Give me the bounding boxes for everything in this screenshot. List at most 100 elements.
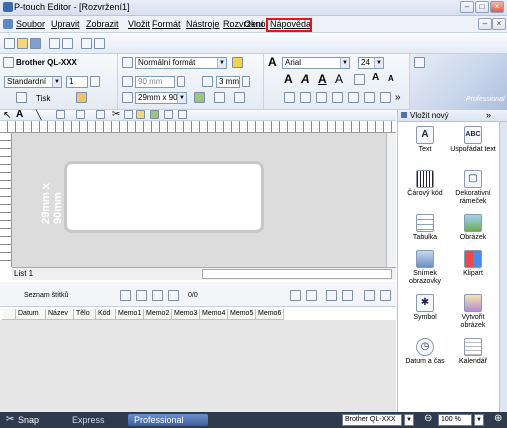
search-icon[interactable] — [290, 290, 301, 301]
underline-icon[interactable]: A — [318, 72, 327, 86]
sort-desc-icon[interactable] — [342, 290, 353, 301]
rotate-icon[interactable] — [194, 92, 205, 103]
minimize-button[interactable]: – — [460, 1, 474, 13]
layout-view-icon[interactable] — [414, 57, 425, 68]
tape-width-combo[interactable]: 29mm x 90m ▼ — [135, 92, 187, 104]
menu-zobrazit[interactable]: Zobrazit — [86, 19, 119, 29]
font-name-combo[interactable]: Arial ▼ — [282, 57, 350, 69]
menu-soubor[interactable]: Soubor — [16, 19, 45, 29]
length-input[interactable]: 90 mm — [135, 76, 175, 88]
font-size-combo[interactable]: 24 ▼ — [358, 57, 384, 69]
zoom-combo[interactable]: 100 % — [438, 414, 472, 426]
text-effect-icon[interactable] — [354, 74, 365, 85]
horizontal-scrollbar[interactable] — [202, 269, 392, 279]
open-icon[interactable] — [17, 38, 28, 49]
insert-clipart[interactable]: Klipart — [450, 250, 496, 278]
save-icon[interactable] — [30, 38, 41, 49]
panel-more-icon[interactable]: » — [486, 110, 491, 120]
grid-icon[interactable] — [178, 110, 187, 119]
select-arrow-icon[interactable]: ↖ — [3, 110, 11, 121]
length-stepper-icon[interactable] — [177, 76, 185, 87]
insert-frame[interactable]: ▢ Dekorativní rámeček — [450, 170, 496, 206]
insert-barcode[interactable]: Čárový kód — [402, 170, 448, 198]
next-record-icon[interactable] — [152, 290, 163, 301]
column-header[interactable]: Kód — [96, 309, 116, 320]
stepper-arrows-icon[interactable] — [90, 76, 100, 87]
table-tool-icon[interactable] — [76, 110, 85, 119]
status-printer-combo[interactable]: Brother QL-XXX — [342, 414, 402, 426]
line-tool-icon[interactable]: ╲ — [36, 110, 41, 121]
cut-icon[interactable]: ✂ — [112, 109, 120, 120]
menu-upravit[interactable]: Upravit — [51, 19, 80, 29]
print-button-label[interactable]: Tisk — [36, 94, 50, 103]
insert-make-image[interactable]: Vytvořit obrázek — [450, 294, 496, 330]
side-tab-strip[interactable] — [499, 122, 507, 412]
doc-close-button[interactable]: × — [492, 18, 506, 30]
prev-record-icon[interactable] — [136, 290, 147, 301]
redo-icon[interactable] — [164, 110, 173, 119]
printer-settings-icon[interactable] — [94, 38, 105, 49]
print-options-icon[interactable] — [76, 92, 87, 103]
menu-vlozit[interactable]: Vložit — [128, 19, 150, 29]
text-anchor-icon[interactable] — [364, 92, 375, 103]
label-area[interactable] — [64, 161, 264, 233]
orientation-icon[interactable] — [214, 92, 225, 103]
margin-input[interactable]: 3 mm — [216, 76, 240, 88]
chevron-down-icon[interactable]: ▼ — [474, 414, 484, 426]
sort-icon[interactable] — [326, 290, 337, 301]
insert-calendar[interactable]: Kalendář — [450, 338, 496, 366]
insert-symbol[interactable]: ✱ Symbol — [402, 294, 448, 322]
column-header[interactable]: Memo5 — [228, 309, 256, 320]
label-list-body[interactable] — [0, 320, 396, 412]
print-button-icon[interactable] — [16, 92, 27, 103]
paste-icon[interactable] — [136, 110, 145, 119]
column-header[interactable]: Memo3 — [172, 309, 200, 320]
insert-table[interactable]: Tabulka — [402, 214, 448, 242]
copy-icon[interactable] — [124, 110, 133, 119]
insert-picture[interactable]: Obrázek — [450, 214, 496, 242]
column-header[interactable]: Datum — [16, 309, 46, 320]
insert-screenshot[interactable]: Snímek obrazovky — [402, 250, 448, 286]
column-header[interactable]: Memo6 — [256, 309, 284, 320]
snap-icon[interactable]: ✂ — [6, 414, 14, 425]
bold-icon[interactable]: A — [284, 72, 293, 86]
paper-format-combo[interactable]: Normální formát ▼ — [135, 57, 227, 69]
text-tool-icon[interactable]: A — [16, 109, 23, 120]
zoom-in-icon[interactable]: ⊕ — [494, 413, 502, 424]
column-header[interactable]: Memo2 — [144, 309, 172, 320]
column-header[interactable]: Memo1 — [116, 309, 144, 320]
print-small-icon[interactable] — [96, 110, 105, 119]
align-right-icon[interactable] — [316, 92, 327, 103]
column-header[interactable]: Název — [46, 309, 74, 320]
zoom-out-icon[interactable]: ⊖ — [424, 413, 432, 424]
insert-datetime[interactable]: ◷ Datum a čas — [402, 338, 448, 366]
menu-format[interactable]: Formát — [152, 19, 181, 29]
vertical-scrollbar[interactable] — [386, 133, 396, 267]
italic-icon[interactable]: A — [301, 72, 310, 86]
copies-stepper[interactable]: 1 — [66, 76, 88, 88]
print-preview-icon[interactable] — [62, 38, 73, 49]
mode-professional[interactable]: Professional — [128, 414, 208, 426]
sheet-tab[interactable]: List 1 — [14, 269, 33, 278]
insert-arrange-text[interactable]: ABC Uspořádat text — [450, 126, 496, 154]
snap-label[interactable]: Snap — [18, 415, 39, 425]
column-header[interactable]: Memo4 — [200, 309, 228, 320]
close-button[interactable]: × — [490, 1, 504, 13]
align-center-icon[interactable] — [300, 92, 311, 103]
margin-stepper-icon[interactable] — [242, 76, 250, 87]
align-left-icon[interactable] — [284, 92, 295, 103]
chevron-down-icon[interactable]: ▼ — [404, 414, 414, 426]
layout-icon[interactable] — [81, 38, 92, 49]
undo-icon[interactable] — [150, 110, 159, 119]
mode-express[interactable]: Express — [66, 414, 111, 426]
new-icon[interactable] — [4, 38, 15, 49]
vertical-text-icon[interactable] — [348, 92, 359, 103]
shrink-font-icon[interactable]: A — [388, 74, 394, 83]
maximize-button[interactable]: □ — [475, 1, 489, 13]
doc-minimize-button[interactable]: – — [478, 18, 492, 30]
column-header[interactable]: Tělo — [74, 309, 96, 320]
print-mode-combo[interactable]: Standardní ▼ — [4, 76, 62, 88]
view-list-icon[interactable] — [364, 290, 375, 301]
first-record-icon[interactable] — [120, 290, 131, 301]
last-record-icon[interactable] — [168, 290, 179, 301]
